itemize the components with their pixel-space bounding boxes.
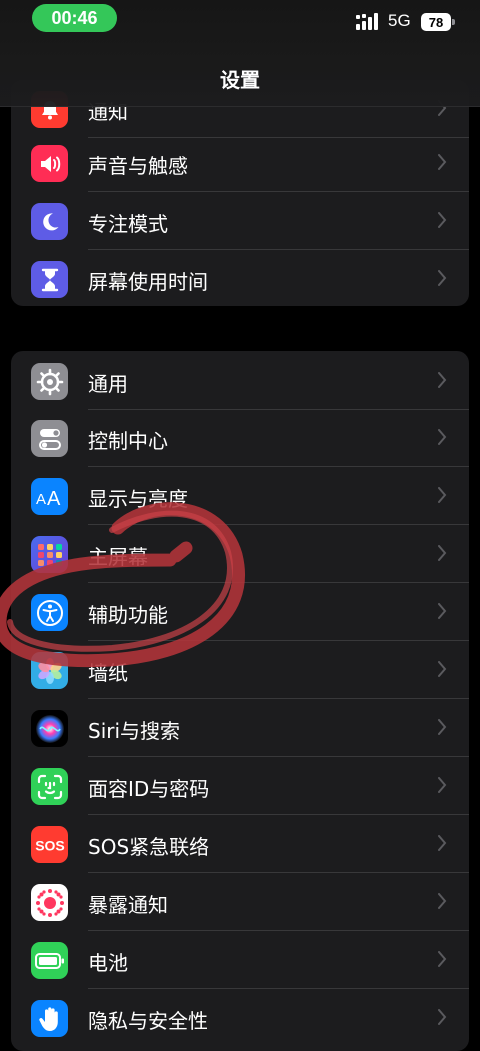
row-label: 辅助功能	[88, 603, 168, 627]
settings-row-accessibility[interactable]: 辅助功能	[11, 583, 469, 641]
exposure-icon	[31, 884, 68, 921]
chevron-right-icon	[438, 777, 447, 793]
moon-icon	[31, 203, 68, 240]
sos-icon: SOS	[31, 826, 68, 863]
settings-row-screen-time[interactable]: 屏幕使用时间	[11, 250, 469, 306]
row-label: Siri与搜索	[88, 719, 181, 743]
chevron-right-icon	[438, 661, 447, 677]
settings-row-battery[interactable]: 电池	[11, 931, 469, 989]
network-type: 5G	[388, 11, 411, 30]
chevron-right-icon	[438, 372, 447, 388]
chevron-right-icon	[438, 429, 447, 445]
battery-icon	[31, 942, 68, 979]
header-divider	[0, 106, 480, 107]
row-label: 主屏幕	[88, 545, 148, 569]
chevron-right-icon	[438, 212, 447, 228]
row-label: 通用	[88, 372, 128, 396]
settings-row-home-screen[interactable]: 主屏幕	[11, 525, 469, 583]
speaker-icon	[31, 145, 68, 182]
chevron-right-icon	[438, 154, 447, 170]
chevron-right-icon	[438, 1009, 447, 1025]
settings-group-1: 通知 声音与触感 专注模式 屏幕使用时间	[11, 80, 469, 306]
row-label: 墙纸	[88, 661, 128, 685]
settings-row-face-id[interactable]: 面容ID与密码	[11, 757, 469, 815]
hand-icon	[31, 1000, 68, 1037]
row-label: SOS紧急联络	[88, 835, 210, 859]
settings-row-privacy[interactable]: 隐私与安全性	[11, 989, 469, 1047]
settings-row-exposure[interactable]: 暴露通知	[11, 873, 469, 931]
svg-text:SOS: SOS	[35, 837, 65, 853]
settings-row-sounds[interactable]: 声音与触感	[11, 134, 469, 192]
chevron-right-icon	[438, 893, 447, 909]
row-label: 声音与触感	[88, 154, 188, 178]
text-size-icon: AA	[31, 478, 68, 515]
siri-icon	[31, 710, 68, 747]
battery-indicator: 78	[421, 13, 455, 31]
face-id-icon	[31, 768, 68, 805]
chevron-right-icon	[438, 487, 447, 503]
row-label: 显示与亮度	[88, 487, 188, 511]
settings-row-siri[interactable]: Siri与搜索	[11, 699, 469, 757]
chevron-right-icon	[438, 719, 447, 735]
chevron-right-icon	[438, 270, 447, 286]
row-label: 隐私与安全性	[88, 1009, 208, 1033]
row-label: 暴露通知	[88, 893, 168, 917]
svg-text:A: A	[36, 491, 46, 508]
flower-icon	[31, 652, 68, 689]
battery-tip	[452, 19, 455, 25]
row-label: 控制中心	[88, 429, 168, 453]
row-label: 电池	[88, 951, 128, 975]
settings-row-sos[interactable]: SOS SOS紧急联络	[11, 815, 469, 873]
chevron-right-icon	[438, 951, 447, 967]
status-time[interactable]: 00:46	[32, 4, 117, 32]
chevron-right-icon	[438, 603, 447, 619]
battery-level: 78	[421, 13, 451, 31]
cellular-signal-icon	[356, 13, 378, 30]
chevron-right-icon	[438, 835, 447, 851]
svg-text:A: A	[47, 488, 61, 508]
toggles-icon	[31, 420, 68, 457]
gear-icon	[31, 363, 68, 400]
home-grid-icon	[31, 536, 68, 573]
page-title: 设置	[220, 68, 260, 92]
settings-row-wallpaper[interactable]: 墙纸	[11, 641, 469, 699]
status-bar: 00:46 5G 78	[0, 0, 480, 44]
settings-row-focus[interactable]: 专注模式	[11, 192, 469, 250]
accessibility-icon	[31, 594, 68, 631]
settings-row-general[interactable]: 通用	[11, 352, 469, 410]
settings-row-control-center[interactable]: 控制中心	[11, 409, 469, 467]
hourglass-icon	[31, 261, 68, 298]
chevron-right-icon	[438, 545, 447, 561]
settings-row-display[interactable]: AA 显示与亮度	[11, 467, 469, 525]
row-label: 屏幕使用时间	[88, 270, 208, 294]
row-label: 面容ID与密码	[88, 777, 210, 801]
settings-group-2: 通用 控制中心 AA 显示与亮度 主屏幕 辅助功能 墙纸 Siri与搜索 面容I…	[11, 351, 469, 1051]
row-label: 专注模式	[88, 212, 168, 236]
